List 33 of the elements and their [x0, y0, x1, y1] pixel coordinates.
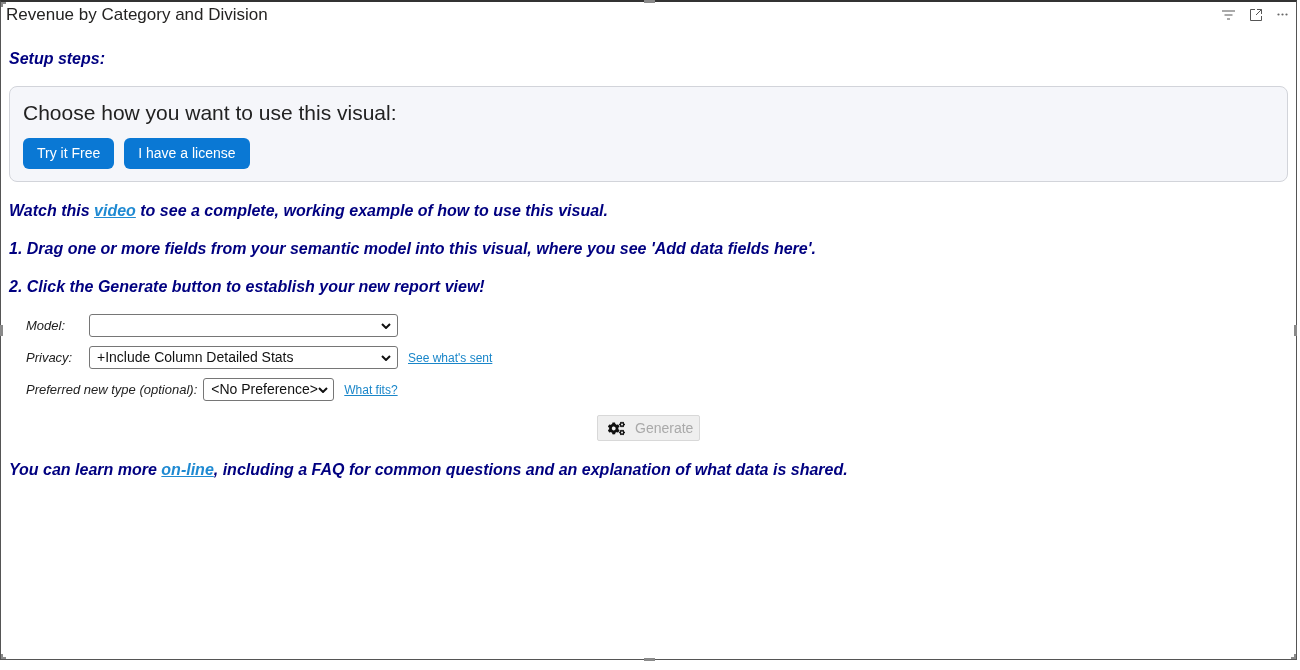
license-option-button[interactable]: Try it Free — [23, 138, 115, 169]
dropdown-select[interactable]: +Include Column Detailed Stats — [89, 346, 398, 369]
resize-corner-icon[interactable] — [1, 2, 6, 7]
panel-heading: Choose how you want to use this visual: — [23, 100, 398, 126]
resize-handle-icon[interactable] — [644, 0, 655, 3]
dropdown-select[interactable]: <No Preference> — [203, 378, 335, 401]
setup-heading: Setup steps: — [9, 49, 106, 69]
resize-handle-icon[interactable] — [0, 325, 3, 336]
resize-handle-icon[interactable] — [1294, 325, 1297, 336]
resize-handle-icon[interactable] — [644, 658, 655, 661]
instruction-text: 1. Drag one or more fields from your semantic model into this visual, where you see 'Add data fields here'. — [9, 239, 817, 259]
help-link[interactable]: What fits? — [344, 380, 398, 399]
instruction-text: 2. Click the Generate button to establish your new report view! — [9, 277, 486, 297]
filter-icon[interactable] — [1222, 9, 1235, 20]
focus-mode-icon[interactable] — [1250, 8, 1262, 21]
resize-corner-icon[interactable] — [1291, 654, 1296, 659]
dropdown-select[interactable] — [89, 314, 398, 337]
more-options-icon[interactable] — [1277, 13, 1288, 16]
chevron-down-icon — [381, 322, 391, 329]
chevron-down-icon — [317, 386, 328, 393]
instruction-text: Watch this video to see a complete, working example of how to use this visual. — [9, 201, 609, 221]
chevron-down-icon — [381, 354, 391, 361]
license-option-button[interactable]: I have a license — [124, 138, 250, 169]
video-link[interactable]: video — [94, 202, 136, 219]
learn-more-text: You can learn more on-line, including a FAQ for common questions and an explanation of what data is shared. — [9, 460, 849, 480]
field-label: Preferred new type (optional): — [26, 380, 198, 399]
visual-title: Revenue by Category and Division — [6, 4, 268, 25]
field-label: Privacy: — [26, 348, 74, 367]
help-link[interactable]: See what's sent — [408, 348, 493, 367]
gears-icon — [608, 420, 625, 436]
online-link[interactable]: on-line — [161, 461, 214, 478]
field-label: Model: — [26, 316, 67, 335]
resize-corner-icon[interactable] — [1, 654, 6, 659]
